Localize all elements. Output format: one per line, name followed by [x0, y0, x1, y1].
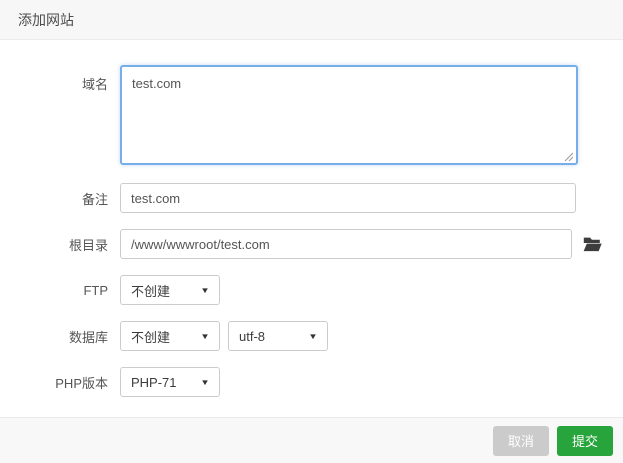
submit-button[interactable]: 提交 — [556, 425, 613, 456]
ftp-label: FTP — [83, 282, 108, 298]
cancel-button[interactable]: 取消 — [492, 425, 549, 456]
dialog-title: 添加网站 — [18, 11, 74, 28]
domain-label: 域名 — [81, 77, 108, 92]
domain-row: 域名 test.com — [20, 65, 603, 165]
root-dir-label: 根目录 — [68, 237, 108, 253]
dialog-header: 添加网站 — [0, 0, 623, 40]
root-dir-row: 根目录 — [20, 229, 603, 259]
remark-row: 备注 — [20, 183, 603, 213]
php-version-select[interactable]: PHP-71 ▼ — [120, 367, 220, 397]
php-version-select-value: PHP-71 — [131, 374, 177, 390]
charset-select[interactable]: utf-8 ▼ — [228, 321, 328, 351]
root-dir-input[interactable] — [120, 229, 572, 259]
dialog-body: 域名 test.com 备注 根目录 — [0, 40, 623, 417]
remark-input[interactable] — [120, 183, 576, 213]
database-row: 数据库 不创建 ▼ utf-8 ▼ — [20, 321, 603, 351]
database-select-value: 不创建 — [131, 329, 171, 345]
remark-label: 备注 — [81, 191, 108, 207]
php-version-label: PHP版本 — [55, 375, 108, 391]
chevron-down-icon: ▼ — [200, 377, 210, 387]
domain-textarea[interactable]: test.com — [120, 65, 578, 165]
dialog-footer: 取消 提交 — [0, 417, 623, 463]
ftp-select-value: 不创建 — [131, 283, 171, 299]
domain-textarea-wrap: test.com — [120, 65, 578, 165]
chevron-down-icon: ▼ — [200, 331, 210, 341]
resize-handle-icon[interactable] — [563, 148, 574, 162]
add-website-dialog: 添加网站 域名 test.com 备注 根目录 — [0, 0, 623, 463]
folder-open-icon[interactable] — [582, 234, 602, 254]
ftp-select[interactable]: 不创建 ▼ — [120, 275, 220, 305]
charset-select-value: utf-8 — [239, 328, 266, 344]
database-label: 数据库 — [68, 329, 108, 345]
php-version-row: PHP版本 PHP-71 ▼ — [20, 367, 603, 397]
database-select[interactable]: 不创建 ▼ — [120, 321, 220, 351]
ftp-row: FTP 不创建 ▼ — [20, 275, 603, 305]
chevron-down-icon: ▼ — [200, 285, 210, 295]
chevron-down-icon: ▼ — [308, 331, 318, 341]
